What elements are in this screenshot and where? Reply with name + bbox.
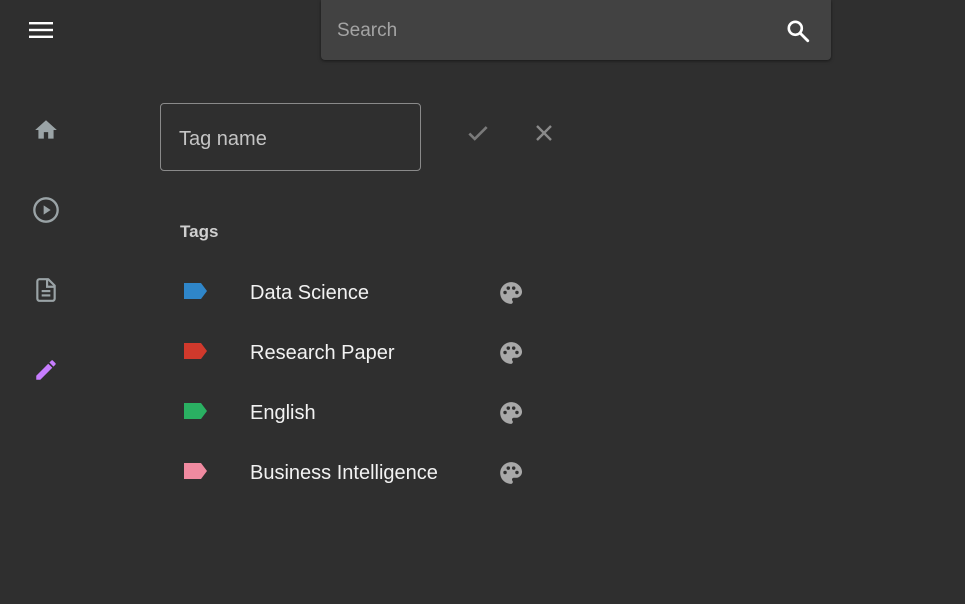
close-icon [536, 125, 552, 141]
tag-color-button[interactable] [495, 397, 527, 429]
tag-row: English [160, 383, 560, 443]
tag-color-button[interactable] [495, 337, 527, 369]
tag-label: English [250, 402, 316, 424]
palette-icon [500, 462, 523, 484]
tag-label: Research Paper [250, 342, 395, 364]
search-bar [321, 0, 831, 60]
tag-color-button[interactable] [495, 277, 527, 309]
palette-icon [500, 342, 523, 364]
sidebar-item-home[interactable] [24, 108, 68, 152]
search-input[interactable] [335, 16, 769, 46]
menu-button[interactable] [24, 13, 58, 47]
pencil-icon [36, 360, 56, 380]
palette-icon [500, 282, 523, 304]
tags-section-title: Tags [180, 222, 219, 241]
search-icon [787, 20, 810, 43]
tag-row: Business Intelligence [160, 443, 560, 503]
tag-name-field [160, 103, 421, 171]
palette-icon [500, 402, 523, 424]
tag-color-button[interactable] [495, 457, 527, 489]
sidebar-item-documents[interactable] [24, 268, 68, 312]
tag-label: Data Science [250, 282, 369, 304]
tag-icon [184, 463, 207, 479]
search-button[interactable] [783, 16, 813, 46]
tag-label: Business Intelligence [250, 462, 438, 484]
check-icon [468, 126, 488, 141]
tag-icon [184, 403, 207, 419]
cancel-button[interactable] [526, 115, 562, 151]
home-icon [35, 120, 57, 139]
sidebar-item-videos[interactable] [24, 188, 68, 232]
tag-row: Research Paper [160, 323, 560, 383]
sidebar-item-tags[interactable] [24, 348, 68, 392]
tag-row: Data Science [160, 263, 560, 323]
tag-name-input[interactable] [177, 124, 411, 154]
play-circle-icon [33, 197, 59, 223]
tag-icon [184, 283, 207, 299]
document-icon [36, 278, 56, 302]
hamburger-menu-icon [29, 22, 53, 38]
tag-icon [184, 343, 207, 359]
confirm-button[interactable] [460, 115, 496, 151]
